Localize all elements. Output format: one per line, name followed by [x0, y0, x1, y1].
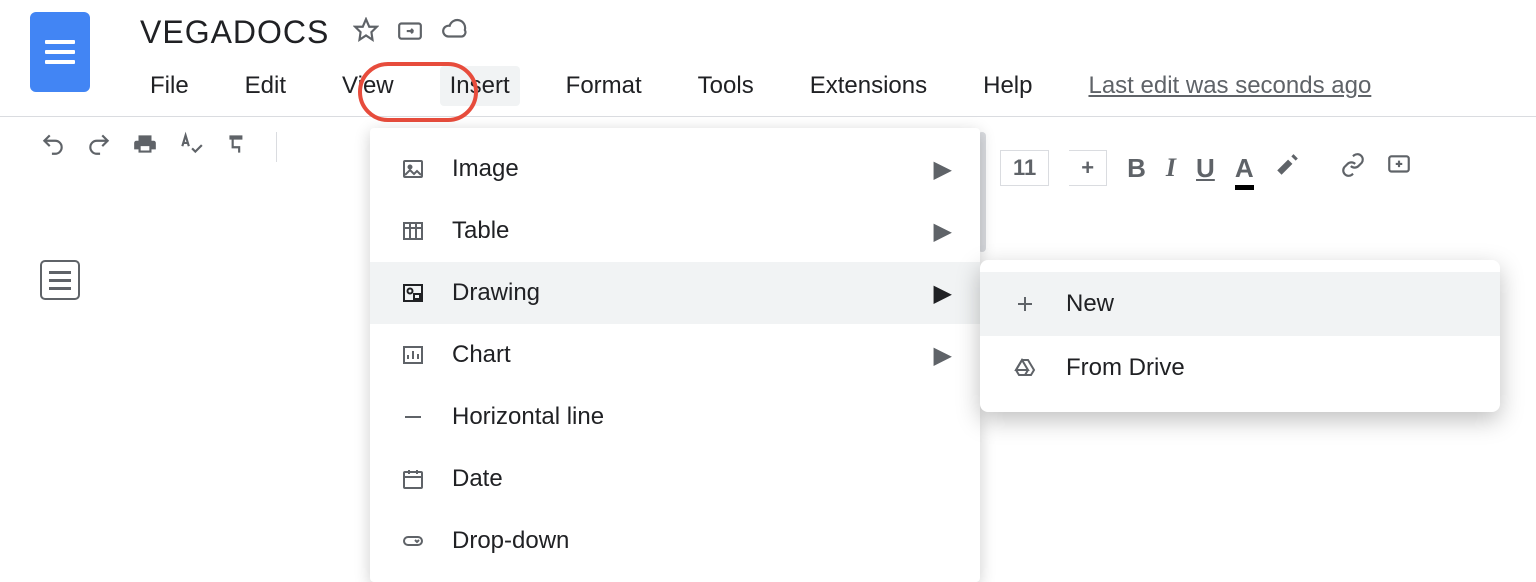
drawing-icon	[398, 281, 428, 305]
submenu-arrow-icon: ▶	[934, 217, 952, 246]
drawing-submenu: New From Drive	[980, 260, 1500, 412]
toolbar-right: 11 + B I U A	[1000, 138, 1412, 198]
insert-date[interactable]: Date	[370, 448, 980, 510]
image-icon	[398, 157, 428, 181]
add-comment-button[interactable]	[1386, 152, 1412, 184]
menu-edit[interactable]: Edit	[235, 66, 296, 106]
bold-button[interactable]: B	[1127, 153, 1146, 184]
menu-file[interactable]: File	[140, 66, 199, 106]
menu-tools[interactable]: Tools	[688, 66, 764, 106]
menubar: File Edit View Insert Format Tools Exten…	[140, 66, 1371, 106]
insert-dropdown-label: Drop-down	[452, 527, 569, 555]
paint-format-icon[interactable]	[224, 131, 250, 162]
highlight-button[interactable]	[1274, 152, 1300, 184]
dropdown-chip-icon	[398, 529, 428, 553]
drive-icon	[1010, 356, 1040, 380]
menu-insert[interactable]: Insert	[440, 66, 520, 106]
insert-link-button[interactable]	[1340, 152, 1366, 184]
italic-button[interactable]: I	[1166, 153, 1176, 183]
chart-icon	[398, 343, 428, 367]
insert-dropdown-chip[interactable]: Drop-down	[370, 510, 980, 572]
document-title[interactable]: VEGADOCS	[140, 14, 329, 51]
document-outline-button[interactable]	[40, 260, 80, 300]
spellcheck-icon[interactable]	[178, 131, 204, 162]
insert-table[interactable]: Table ▶	[370, 200, 980, 262]
insert-image-label: Image	[452, 155, 519, 183]
cloud-status-icon[interactable]	[441, 17, 467, 48]
insert-chart-label: Chart	[452, 341, 511, 369]
menu-view[interactable]: View	[332, 66, 404, 106]
drawing-from-drive-label: From Drive	[1066, 354, 1185, 382]
drawing-from-drive[interactable]: From Drive	[980, 336, 1500, 400]
submenu-arrow-icon: ▶	[934, 341, 952, 370]
print-icon[interactable]	[132, 131, 158, 162]
horizontal-line-icon	[398, 405, 428, 429]
undo-icon[interactable]	[40, 131, 66, 162]
last-edit-link[interactable]: Last edit was seconds ago	[1088, 72, 1371, 100]
plus-icon	[1010, 292, 1040, 316]
calendar-icon	[398, 467, 428, 491]
insert-horizontal-line[interactable]: Horizontal line	[370, 386, 980, 448]
drawing-new-label: New	[1066, 290, 1114, 318]
insert-dropdown: Image ▶ Table ▶ Drawing ▶ Chart ▶ Horizo…	[370, 128, 980, 582]
menu-extensions[interactable]: Extensions	[800, 66, 937, 106]
font-size-increase[interactable]: +	[1081, 155, 1094, 181]
drawing-new[interactable]: New	[980, 272, 1500, 336]
move-folder-icon[interactable]	[397, 17, 423, 48]
text-color-button[interactable]: A	[1235, 153, 1254, 184]
docs-logo[interactable]	[30, 12, 90, 92]
toolbar-separator	[276, 132, 277, 162]
table-icon	[398, 219, 428, 243]
insert-date-label: Date	[452, 465, 503, 493]
menu-format[interactable]: Format	[556, 66, 652, 106]
font-size-value[interactable]: 11	[1013, 155, 1036, 181]
insert-image[interactable]: Image ▶	[370, 138, 980, 200]
submenu-arrow-icon: ▶	[934, 279, 952, 308]
submenu-arrow-icon: ▶	[934, 155, 952, 184]
insert-chart[interactable]: Chart ▶	[370, 324, 980, 386]
insert-table-label: Table	[452, 217, 509, 245]
underline-button[interactable]: U	[1196, 153, 1215, 184]
insert-drawing[interactable]: Drawing ▶	[370, 262, 980, 324]
menu-help[interactable]: Help	[973, 66, 1042, 106]
star-icon[interactable]	[353, 17, 379, 48]
insert-hline-label: Horizontal line	[452, 403, 604, 431]
insert-drawing-label: Drawing	[452, 279, 540, 307]
redo-icon[interactable]	[86, 131, 112, 162]
